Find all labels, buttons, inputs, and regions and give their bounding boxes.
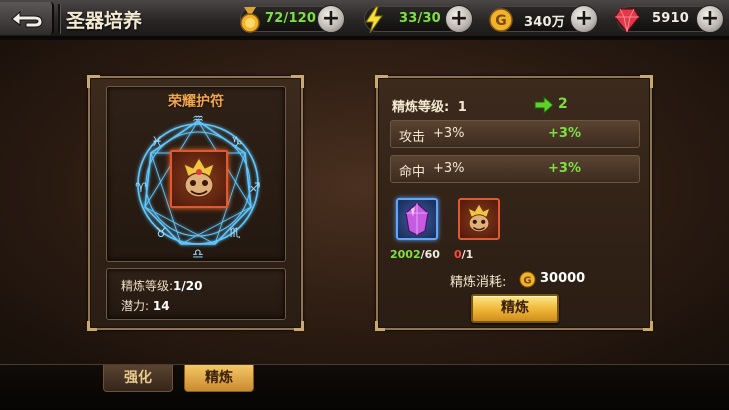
gold-counter: G 340万 + bbox=[489, 5, 598, 33]
svg-text:♑: ♑ bbox=[231, 135, 243, 150]
attribute-row-hit: 命中 +3% +3% bbox=[390, 155, 640, 183]
add-stamina-button[interactable]: + bbox=[317, 5, 345, 33]
artifact-refine-level: 精炼等级:1/20 bbox=[121, 277, 202, 294]
energy-lightning-icon bbox=[365, 6, 383, 34]
artifact-potential: 潜力: 14 bbox=[121, 297, 170, 314]
svg-text:♒: ♒ bbox=[192, 112, 204, 127]
red-gem-icon bbox=[614, 8, 640, 33]
gem-counter: 5910 + bbox=[614, 5, 724, 33]
potential-label: 潜力: bbox=[121, 299, 150, 313]
refine-cost-value: 30000 bbox=[540, 271, 586, 286]
top-bar: 圣器培养 72/120 + 33/30 + G 340万 + 5910 + bbox=[0, 0, 729, 38]
stamina-counter: 72/120 + bbox=[240, 5, 345, 33]
panel-corner bbox=[643, 321, 653, 331]
refine-level-label: 精炼等级: bbox=[121, 279, 174, 293]
add-energy-button[interactable]: + bbox=[445, 5, 473, 33]
potential-value: 14 bbox=[152, 299, 170, 313]
page-title: 圣器培养 bbox=[66, 10, 143, 32]
attribute-name: 攻击 bbox=[399, 130, 426, 145]
amulet-count: 0/1 bbox=[454, 248, 473, 261]
gold-coin-icon: G bbox=[489, 8, 513, 32]
glory-amulet-icon[interactable] bbox=[170, 150, 228, 208]
panel-corner bbox=[375, 321, 385, 331]
attribute-next: +3% bbox=[548, 161, 581, 176]
add-gold-button[interactable]: + bbox=[570, 5, 598, 33]
attribute-current: +3% bbox=[433, 161, 465, 176]
attribute-name: 命中 bbox=[399, 165, 426, 180]
amulet-have: 0 bbox=[454, 248, 462, 261]
crystal-count: 2002/60 bbox=[390, 248, 440, 261]
energy-counter: 33/30 + bbox=[364, 5, 473, 34]
stamina-value: 72/120 bbox=[265, 11, 317, 26]
back-button[interactable] bbox=[0, 2, 54, 35]
artifact-stats: 精炼等级:1/20 潜力: 14 bbox=[106, 268, 286, 320]
refine-button[interactable]: 精炼 bbox=[471, 294, 559, 323]
attribute-row-attack: 攻击 +3% +3% bbox=[390, 120, 640, 148]
tab-strengthen[interactable]: 强化 bbox=[103, 365, 173, 392]
bottom-bar: 强化 精炼 bbox=[0, 364, 729, 410]
refine-next-level: 2 bbox=[558, 96, 568, 112]
panel-corner bbox=[294, 321, 304, 331]
glory-amulet-material-icon[interactable] bbox=[458, 198, 500, 240]
svg-text:♎: ♎ bbox=[192, 247, 204, 259]
artifact-panel: 荣耀护符 ♒ ♑ ♓ ♐ ♈ ♏ ♉ ♎ 精炼等级:1/20 潜力: 14 bbox=[87, 75, 304, 331]
attribute-current: +3% bbox=[433, 126, 465, 141]
gem-value: 5910 bbox=[652, 11, 689, 26]
refine-level-row: 精炼等级: 1 bbox=[392, 96, 467, 115]
artifact-name: 荣耀护符 bbox=[168, 94, 224, 110]
attribute-next: +3% bbox=[548, 126, 581, 141]
svg-text:♐: ♐ bbox=[249, 181, 261, 196]
svg-text:G: G bbox=[495, 13, 507, 29]
artifact-display: 荣耀护符 ♒ ♑ ♓ ♐ ♈ ♏ ♉ ♎ bbox=[106, 86, 286, 262]
svg-text:♏: ♏ bbox=[229, 226, 241, 241]
svg-text:G: G bbox=[523, 276, 531, 287]
svg-text:♈: ♈ bbox=[135, 181, 147, 196]
refine-level-label: 精炼等级: bbox=[392, 100, 450, 115]
back-arrow-icon bbox=[11, 10, 43, 28]
purple-crystal-icon[interactable] bbox=[396, 198, 438, 240]
svg-text:♓: ♓ bbox=[151, 135, 163, 150]
crystal-have: 2002 bbox=[390, 248, 421, 261]
stamina-medal-icon bbox=[240, 7, 260, 33]
gold-value: 340万 bbox=[524, 15, 565, 30]
crystal-need: /60 bbox=[420, 248, 440, 261]
svg-text:♉: ♉ bbox=[155, 226, 167, 241]
refine-cost-label: 精炼消耗: bbox=[450, 275, 507, 290]
refine-current-level: 1 bbox=[457, 100, 467, 115]
title-separator bbox=[58, 4, 60, 34]
panel-corner bbox=[87, 321, 97, 331]
amulet-need: /1 bbox=[461, 248, 474, 261]
gold-coin-icon: G bbox=[519, 271, 536, 288]
energy-value: 33/30 bbox=[399, 11, 441, 26]
tab-refine[interactable]: 精炼 bbox=[184, 365, 254, 392]
refine-panel: 精炼等级: 1 2 攻击 +3% +3% 命中 +3% +3% 2002/60 bbox=[375, 75, 653, 331]
green-arrow-icon bbox=[534, 96, 554, 114]
add-gem-button[interactable]: + bbox=[696, 5, 724, 33]
refine-level-value: 1/20 bbox=[173, 279, 203, 293]
